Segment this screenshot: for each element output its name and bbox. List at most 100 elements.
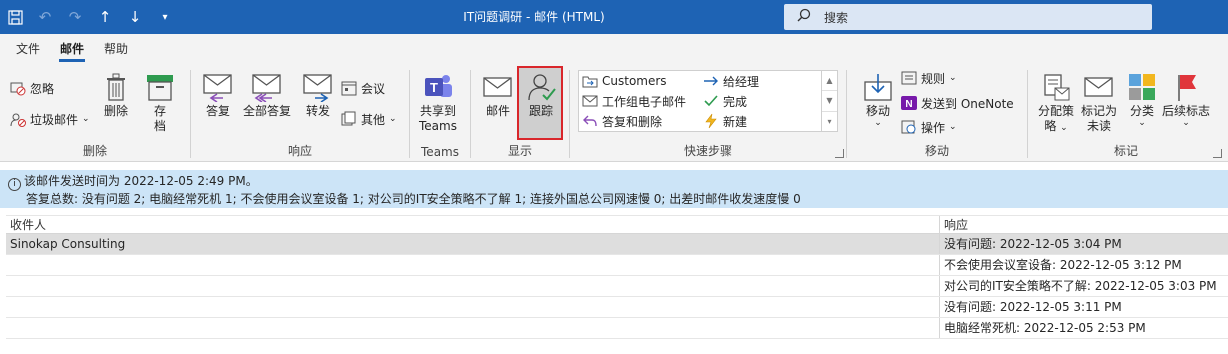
mail-icon (483, 70, 513, 104)
tab-mail[interactable]: 邮件 (50, 40, 94, 64)
column-header-response[interactable]: 响应 (940, 216, 1228, 233)
rules-icon (901, 71, 917, 85)
search-placeholder: 搜索 (824, 10, 849, 25)
undo-icon[interactable]: ↶ (30, 0, 60, 34)
table-row[interactable]: 不会使用会议室设备: 2022-12-05 3:12 PM (6, 255, 1228, 276)
categorize-button[interactable]: 分类 ⌄ (1128, 70, 1156, 128)
mark-unread-button[interactable]: 标记为 未读 (1081, 70, 1117, 134)
policy-icon (1041, 70, 1071, 104)
archive-button[interactable]: 存 档 (146, 70, 174, 134)
assign-policy-button[interactable]: 分配策 略 ⌄ (1038, 70, 1074, 136)
reply-all-button[interactable]: 全部答复 (243, 70, 291, 119)
search-box[interactable]: 搜索 (784, 4, 1152, 30)
move-button[interactable]: 移动 ⌄ (863, 70, 893, 128)
response-cell: 对公司的IT安全策略不了解: 2022-12-05 3:03 PM (944, 279, 1217, 293)
delete-group: 忽略 垃圾邮件 ⌄ 删除 存 档 删除 (0, 64, 190, 162)
dialog-launcher-icon[interactable] (1213, 149, 1222, 158)
scroll-up-icon[interactable]: ▲ (822, 71, 837, 92)
ignore-icon (10, 82, 26, 96)
quickstep-new[interactable]: 新建 (703, 111, 747, 131)
actions-button[interactable]: 操作 ⌄ (901, 117, 957, 137)
recipient-cell (6, 318, 940, 338)
reply-button[interactable]: 答复 (203, 70, 233, 119)
tracking-icon (526, 70, 556, 104)
recipient-cell (6, 255, 940, 275)
table-row[interactable]: 电脑经常死机: 2022-12-05 2:53 PM (6, 318, 1228, 339)
quickstep-reply-delete[interactable]: 答复和删除 (582, 111, 662, 131)
more-icon (341, 111, 356, 126)
tab-help[interactable]: 帮助 (94, 40, 138, 64)
ignore-button[interactable]: 忽略 (10, 78, 54, 98)
actions-icon (901, 120, 916, 134)
column-header-recipient[interactable]: 收件人 (6, 216, 940, 233)
save-icon[interactable] (0, 0, 30, 34)
customize-qat-icon[interactable]: ▾ (150, 0, 180, 34)
onenote-icon: N (901, 96, 917, 110)
chevron-down-icon: ⌄ (1182, 118, 1190, 128)
tab-file[interactable]: 文件 (6, 40, 50, 64)
meeting-button[interactable]: 会议 (341, 78, 385, 98)
forward-icon (303, 70, 333, 104)
quickstep-done[interactable]: 完成 (703, 91, 747, 111)
checkmark-icon (704, 95, 718, 107)
quick-steps-scrollbar[interactable]: ▲ ▼ ▾ (821, 71, 837, 131)
quickstep-to-manager[interactable]: 给经理 (703, 71, 759, 91)
share-to-teams-button[interactable]: T 共享到 Teams (419, 70, 457, 134)
response-cell: 没有问题: 2022-12-05 3:04 PM (944, 237, 1122, 251)
chevron-down-icon: ⌄ (389, 114, 397, 124)
table-header: 收件人 响应 (6, 215, 1228, 234)
tags-group: 分配策 略 ⌄ 标记为 未读 分类 ⌄ 后续标志 ⌄ 标记 (1028, 64, 1224, 162)
arrow-right-icon (704, 76, 718, 86)
flag-icon (1172, 70, 1200, 104)
redo-icon[interactable]: ↷ (60, 0, 90, 34)
table-row[interactable]: Sinokap Consulting 没有问题: 2022-12-05 3:04… (6, 234, 1228, 255)
chevron-down-icon: ⌄ (874, 118, 882, 128)
chevron-down-icon: ⌄ (949, 122, 957, 132)
info-icon: i (8, 178, 21, 191)
arrow-down-icon[interactable]: ↓ (120, 0, 150, 34)
tracking-info-bar: i 该邮件发送时间为 2022-12-05 2:49 PM。 答复总数: 没有问题… (0, 170, 1228, 208)
delete-button[interactable]: 删除 (104, 70, 128, 119)
teams-icon: T (422, 70, 454, 104)
chevron-down-icon: ⌄ (1138, 118, 1146, 128)
rules-button[interactable]: 规则 ⌄ (901, 68, 957, 88)
reply-all-icon (252, 70, 282, 104)
junk-button[interactable]: 垃圾邮件 ⌄ (10, 109, 90, 129)
respond-group: 答复 全部答复 转发 会议 其他 ⌄ 响应 (191, 64, 409, 162)
chevron-down-icon: ⌄ (1060, 123, 1068, 133)
more-respond-button[interactable]: 其他 ⌄ (341, 109, 397, 129)
table-row[interactable]: 没有问题: 2022-12-05 3:11 PM (6, 297, 1228, 318)
arrow-up-icon[interactable]: ↑ (90, 0, 120, 34)
follow-up-button[interactable]: 后续标志 ⌄ (1162, 70, 1210, 128)
tracking-table: 收件人 响应 Sinokap Consulting 没有问题: 2022-12-… (6, 215, 1228, 339)
quickstep-customers[interactable]: Customers (582, 71, 667, 91)
recipient-cell (6, 276, 940, 296)
info-reply-summary: 答复总数: 没有问题 2; 电脑经常死机 1; 不会使用会议室设备 1; 对公司… (26, 192, 801, 206)
chevron-down-icon: ⌄ (82, 114, 90, 124)
tracking-button[interactable]: 跟踪 (524, 70, 558, 119)
junk-icon (10, 113, 26, 127)
quickstep-team-email[interactable]: 工作组电子邮件 (582, 91, 686, 111)
archive-icon (146, 70, 174, 104)
trash-icon (105, 70, 127, 104)
response-cell: 没有问题: 2022-12-05 3:11 PM (944, 300, 1122, 314)
lightning-icon (705, 113, 717, 129)
table-row[interactable]: 对公司的IT安全策略不了解: 2022-12-05 3:03 PM (6, 276, 1228, 297)
scroll-down-icon[interactable]: ▼ (822, 91, 837, 112)
move-group: 移动 ⌄ 规则 ⌄ N 发送到 OneNote 操作 ⌄ 移动 (847, 64, 1027, 162)
categorize-icon (1128, 70, 1156, 104)
reply-icon (583, 115, 597, 127)
dialog-launcher-icon[interactable] (835, 149, 844, 158)
expand-gallery-icon[interactable]: ▾ (822, 112, 837, 131)
message-button[interactable]: 邮件 (483, 70, 513, 119)
reply-icon (203, 70, 233, 104)
send-to-onenote-button[interactable]: N 发送到 OneNote (901, 93, 1014, 113)
forward-button[interactable]: 转发 (303, 70, 333, 119)
recipient-cell: Sinokap Consulting (6, 234, 940, 254)
svg-text:T: T (430, 80, 438, 95)
info-sent-time: 该邮件发送时间为 2022-12-05 2:49 PM。 (24, 174, 258, 188)
mail-unread-icon (1084, 70, 1114, 104)
svg-text:N: N (905, 99, 912, 110)
quick-steps-gallery: Customers 给经理 工作组电子邮件 完成 答复和删除 新建 ▲ ▼ ▾ (578, 70, 838, 132)
show-group: 邮件 跟踪 显示 (471, 64, 569, 162)
